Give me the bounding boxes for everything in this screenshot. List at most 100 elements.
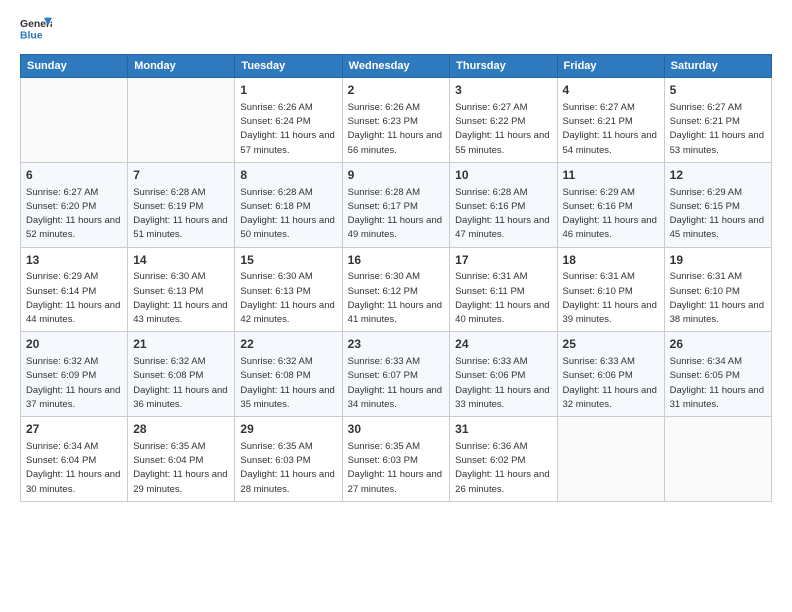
page-container: General Blue SundayMondayTuesdayWednesda… [0,0,792,522]
day-number: 29 [240,421,336,438]
day-number: 13 [26,252,122,269]
day-cell: 21 Sunrise: 6:32 AM Sunset: 6:08 PM Dayli… [128,332,235,417]
day-cell [664,417,771,502]
day-number: 12 [670,167,766,184]
day-number: 4 [563,82,659,99]
day-number: 3 [455,82,551,99]
day-cell: 22 Sunrise: 6:32 AM Sunset: 6:08 PM Dayli… [235,332,342,417]
day-cell: 8 Sunrise: 6:28 AM Sunset: 6:18 PM Daylig… [235,162,342,247]
day-info: Sunrise: 6:27 AM Sunset: 6:20 PM Dayligh… [26,186,122,243]
day-info: Sunrise: 6:31 AM Sunset: 6:10 PM Dayligh… [563,270,659,327]
day-number: 1 [240,82,336,99]
day-number: 6 [26,167,122,184]
day-cell: 17Sunrise: 6:31 AM Sunset: 6:11 PM Dayli… [450,247,557,332]
day-info: Sunrise: 6:31 AM Sunset: 6:10 PM Dayligh… [670,270,766,327]
svg-text:Blue: Blue [20,30,43,41]
weekday-header-row: SundayMondayTuesdayWednesdayThursdayFrid… [21,55,772,78]
day-info: Sunrise: 6:29 AM Sunset: 6:15 PM Dayligh… [670,186,766,243]
day-info: Sunrise: 6:29 AM Sunset: 6:16 PM Dayligh… [563,186,659,243]
day-info: Sunrise: 6:30 AM Sunset: 6:13 PM Dayligh… [240,270,336,327]
day-cell: 10Sunrise: 6:28 AM Sunset: 6:16 PM Dayli… [450,162,557,247]
day-cell: 15Sunrise: 6:30 AM Sunset: 6:13 PM Dayli… [235,247,342,332]
day-number: 19 [670,252,766,269]
day-cell: 1Sunrise: 6:26 AM Sunset: 6:24 PM Daylig… [235,78,342,163]
day-info: Sunrise: 6:35 AM Sunset: 6:03 PM Dayligh… [240,440,336,497]
day-number: 11 [563,167,659,184]
day-info: Sunrise: 6:30 AM Sunset: 6:13 PM Dayligh… [133,270,229,327]
day-cell: 23 Sunrise: 6:33 AM Sunset: 6:07 PM Dayli… [342,332,450,417]
day-info: Sunrise: 6:27 AM Sunset: 6:21 PM Dayligh… [670,101,766,158]
day-number: 24 [455,336,551,353]
day-info: Sunrise: 6:28 AM Sunset: 6:18 PM Dayligh… [240,186,336,243]
day-cell: 5 Sunrise: 6:27 AM Sunset: 6:21 PM Daylig… [664,78,771,163]
day-info: Sunrise: 6:33 AM Sunset: 6:06 PM Dayligh… [455,355,551,412]
day-number: 26 [670,336,766,353]
day-cell: 9 Sunrise: 6:28 AM Sunset: 6:17 PM Daylig… [342,162,450,247]
day-info: Sunrise: 6:28 AM Sunset: 6:19 PM Dayligh… [133,186,229,243]
day-cell: 11 Sunrise: 6:29 AM Sunset: 6:16 PM Dayli… [557,162,664,247]
day-number: 31 [455,421,551,438]
logo-icon: General Blue [20,16,52,44]
day-cell: 31Sunrise: 6:36 AM Sunset: 6:02 PM Dayli… [450,417,557,502]
week-row-5: 27 Sunrise: 6:34 AM Sunset: 6:04 PM Dayli… [21,417,772,502]
day-info: Sunrise: 6:27 AM Sunset: 6:22 PM Dayligh… [455,101,551,158]
day-number: 22 [240,336,336,353]
day-info: Sunrise: 6:31 AM Sunset: 6:11 PM Dayligh… [455,270,551,327]
weekday-header-friday: Friday [557,55,664,78]
week-row-4: 20 Sunrise: 6:32 AM Sunset: 6:09 PM Dayli… [21,332,772,417]
day-info: Sunrise: 6:35 AM Sunset: 6:04 PM Dayligh… [133,440,229,497]
day-info: Sunrise: 6:33 AM Sunset: 6:07 PM Dayligh… [348,355,445,412]
day-cell [557,417,664,502]
day-cell [128,78,235,163]
day-info: Sunrise: 6:27 AM Sunset: 6:21 PM Dayligh… [563,101,659,158]
day-cell: 27 Sunrise: 6:34 AM Sunset: 6:04 PM Dayli… [21,417,128,502]
day-number: 7 [133,167,229,184]
day-cell: 13Sunrise: 6:29 AM Sunset: 6:14 PM Dayli… [21,247,128,332]
day-cell [21,78,128,163]
day-cell: 24 Sunrise: 6:33 AM Sunset: 6:06 PM Dayli… [450,332,557,417]
day-number: 21 [133,336,229,353]
week-row-3: 13Sunrise: 6:29 AM Sunset: 6:14 PM Dayli… [21,247,772,332]
day-info: Sunrise: 6:33 AM Sunset: 6:06 PM Dayligh… [563,355,659,412]
day-info: Sunrise: 6:32 AM Sunset: 6:08 PM Dayligh… [240,355,336,412]
week-row-2: 6 Sunrise: 6:27 AM Sunset: 6:20 PM Daylig… [21,162,772,247]
day-number: 16 [348,252,445,269]
day-cell: 7 Sunrise: 6:28 AM Sunset: 6:19 PM Daylig… [128,162,235,247]
day-number: 17 [455,252,551,269]
day-number: 23 [348,336,445,353]
weekday-header-tuesday: Tuesday [235,55,342,78]
day-info: Sunrise: 6:28 AM Sunset: 6:17 PM Dayligh… [348,186,445,243]
day-number: 18 [563,252,659,269]
day-cell: 14Sunrise: 6:30 AM Sunset: 6:13 PM Dayli… [128,247,235,332]
day-number: 2 [348,82,445,99]
day-info: Sunrise: 6:26 AM Sunset: 6:23 PM Dayligh… [348,101,445,158]
day-number: 10 [455,167,551,184]
day-info: Sunrise: 6:34 AM Sunset: 6:04 PM Dayligh… [26,440,122,497]
day-info: Sunrise: 6:35 AM Sunset: 6:03 PM Dayligh… [348,440,445,497]
day-number: 8 [240,167,336,184]
calendar-table: SundayMondayTuesdayWednesdayThursdayFrid… [20,54,772,502]
day-cell: 30Sunrise: 6:35 AM Sunset: 6:03 PM Dayli… [342,417,450,502]
day-cell: 26 Sunrise: 6:34 AM Sunset: 6:05 PM Dayli… [664,332,771,417]
day-number: 9 [348,167,445,184]
day-cell: 19Sunrise: 6:31 AM Sunset: 6:10 PM Dayli… [664,247,771,332]
day-cell: 12 Sunrise: 6:29 AM Sunset: 6:15 PM Dayli… [664,162,771,247]
weekday-header-saturday: Saturday [664,55,771,78]
day-info: Sunrise: 6:34 AM Sunset: 6:05 PM Dayligh… [670,355,766,412]
weekday-header-thursday: Thursday [450,55,557,78]
weekday-header-wednesday: Wednesday [342,55,450,78]
day-number: 15 [240,252,336,269]
day-number: 28 [133,421,229,438]
day-cell: 2 Sunrise: 6:26 AM Sunset: 6:23 PM Daylig… [342,78,450,163]
week-row-1: 1Sunrise: 6:26 AM Sunset: 6:24 PM Daylig… [21,78,772,163]
day-info: Sunrise: 6:29 AM Sunset: 6:14 PM Dayligh… [26,270,122,327]
day-info: Sunrise: 6:32 AM Sunset: 6:09 PM Dayligh… [26,355,122,412]
day-number: 27 [26,421,122,438]
day-number: 20 [26,336,122,353]
day-info: Sunrise: 6:32 AM Sunset: 6:08 PM Dayligh… [133,355,229,412]
day-number: 5 [670,82,766,99]
weekday-header-sunday: Sunday [21,55,128,78]
day-cell: 28 Sunrise: 6:35 AM Sunset: 6:04 PM Dayli… [128,417,235,502]
day-info: Sunrise: 6:30 AM Sunset: 6:12 PM Dayligh… [348,270,445,327]
day-cell: 16Sunrise: 6:30 AM Sunset: 6:12 PM Dayli… [342,247,450,332]
